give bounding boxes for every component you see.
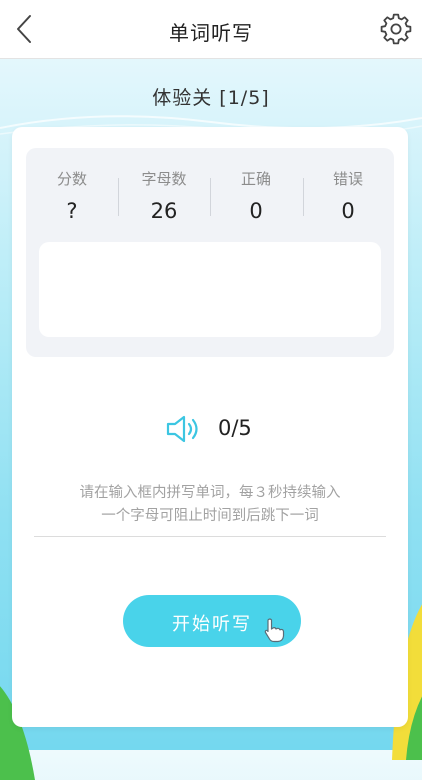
- stats-panel: 分数 ? 字母数 26 正确 0 错误 0: [26, 148, 394, 357]
- start-dictation-button[interactable]: 开始听写: [123, 595, 301, 647]
- stat-correct: 正确 0: [210, 168, 302, 223]
- instruction-line-1: 请在输入框内拼写单词，每３秒持续输入: [79, 485, 341, 501]
- stat-correct-value: 0: [249, 199, 263, 223]
- stat-letters-label: 字母数: [141, 170, 187, 188]
- hand-pointer-icon: [264, 618, 285, 643]
- stat-correct-label: 正确: [240, 170, 271, 188]
- instruction-hint: 请在输入框内拼写单词，每３秒持续输入 一个字母可阻止时间到后跳下一词: [34, 482, 386, 528]
- stat-score-label: 分数: [56, 170, 87, 188]
- stat-wrong: 错误 0: [302, 168, 394, 223]
- stat-score-value: ?: [66, 199, 78, 223]
- stat-wrong-value: 0: [341, 199, 355, 223]
- stat-wrong-label: 错误: [332, 170, 363, 188]
- level-title: 体验关 [1/5]: [152, 87, 270, 109]
- gear-icon[interactable]: [380, 13, 412, 45]
- stat-score: 分数 ?: [26, 168, 118, 223]
- answer-input-box[interactable]: [39, 242, 381, 337]
- stat-letters: 字母数 26: [118, 168, 210, 223]
- stat-letters-value: 26: [150, 199, 178, 223]
- divider: [34, 536, 386, 537]
- page-title: 单词听写: [169, 21, 253, 45]
- instruction-line-2: 一个字母可阻止时间到后跳下一词: [101, 508, 319, 524]
- speaker-icon[interactable]: [165, 414, 203, 444]
- dictation-card: 分数 ? 字母数 26 正确 0 错误 0 0/5 请在输入框内拼写单词，每３秒…: [12, 127, 408, 727]
- word-progress: 0/5: [218, 416, 252, 440]
- navigation-bar: 单词听写: [0, 0, 422, 59]
